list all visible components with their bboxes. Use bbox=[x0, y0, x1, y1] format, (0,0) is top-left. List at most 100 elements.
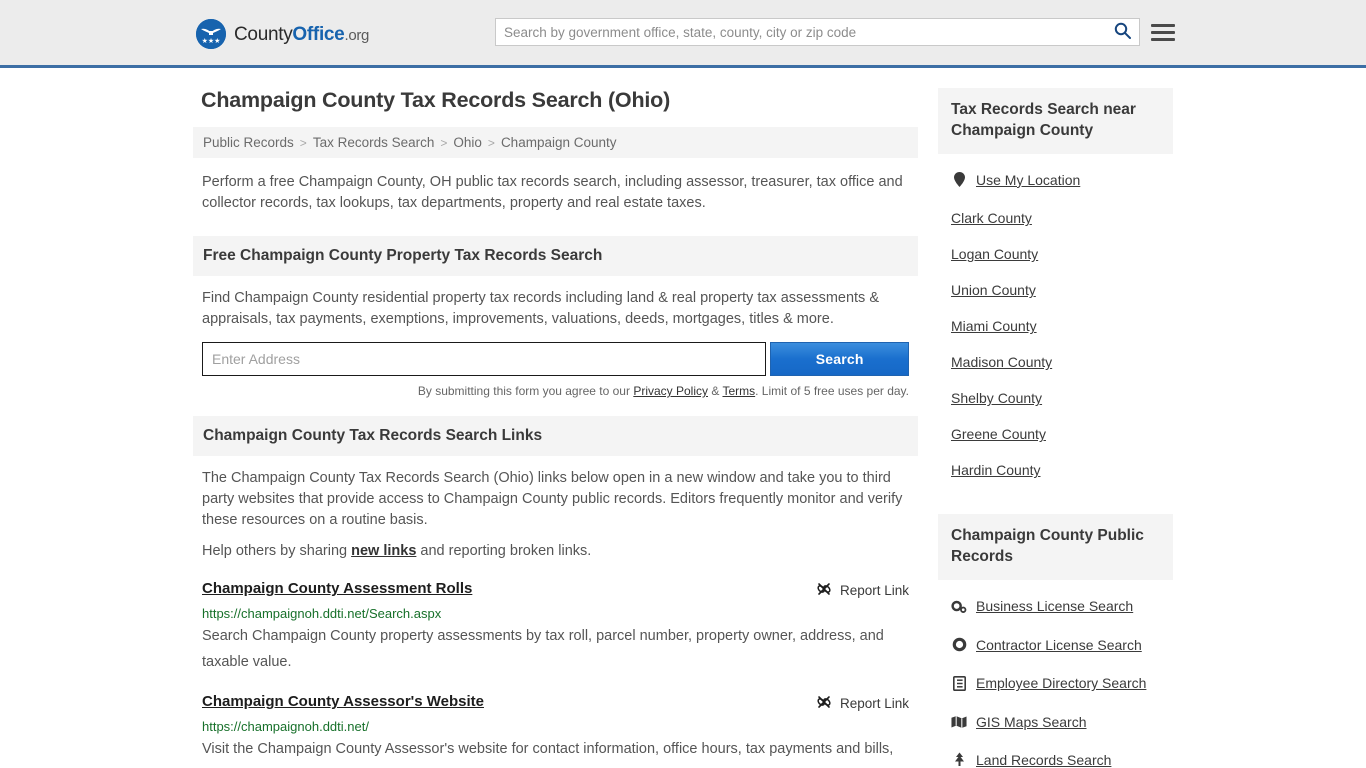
sidebar-item-hardin-county[interactable]: Hardin County bbox=[938, 452, 1173, 488]
report-link-button[interactable]: Report Link bbox=[816, 693, 909, 713]
content-container: Champaign County Tax Records Search (Ohi… bbox=[193, 68, 1173, 768]
hamburger-menu-icon[interactable] bbox=[1151, 20, 1175, 44]
sidebar-item-label: Contractor License Search bbox=[976, 636, 1142, 653]
county-link[interactable]: Clark County bbox=[951, 210, 1032, 226]
list-book-icon bbox=[951, 675, 967, 691]
breadcrumb: Public Records > Tax Records Search > Oh… bbox=[193, 127, 918, 158]
sidebar-item-land-records-search[interactable]: Land Records Search bbox=[938, 742, 1173, 768]
contractor-license-search-link[interactable]: Contractor License Search bbox=[951, 637, 1142, 653]
tree-icon bbox=[951, 752, 967, 767]
sidebar-item-label: Employee Directory Search bbox=[976, 675, 1147, 692]
sidebar-item-use-my-location[interactable]: Use My Location bbox=[938, 162, 1173, 201]
links-section-body: The Champaign County Tax Records Search … bbox=[193, 456, 918, 562]
address-search-button[interactable]: Search bbox=[770, 342, 909, 377]
form-legal-notice: By submitting this form you agree to our… bbox=[202, 384, 909, 398]
hamburger-bar bbox=[1151, 37, 1175, 41]
help-prefix-text: Help others by sharing bbox=[202, 543, 352, 560]
sidebar-item-logan-county[interactable]: Logan County bbox=[938, 236, 1173, 272]
new-links-link[interactable]: new links bbox=[351, 543, 416, 559]
magnifier-icon bbox=[1114, 22, 1131, 42]
search-input[interactable] bbox=[496, 19, 1105, 45]
sidebar-item-gis-maps-search[interactable]: GIS Maps Search bbox=[938, 704, 1173, 742]
cogs-icon bbox=[951, 599, 967, 614]
site-header: ★★★ CountyOffice.org bbox=[0, 0, 1366, 68]
property-search-heading: Free Champaign County Property Tax Recor… bbox=[193, 236, 918, 277]
logo-text-office: Office bbox=[292, 23, 345, 45]
links-section-heading: Champaign County Tax Records Search Link… bbox=[193, 416, 918, 457]
use-my-location-link[interactable]: Use My Location bbox=[951, 172, 1080, 188]
privacy-policy-link[interactable]: Privacy Policy bbox=[633, 384, 708, 398]
sidebar-item-label: GIS Maps Search bbox=[976, 713, 1087, 730]
county-link[interactable]: Hardin County bbox=[951, 462, 1041, 478]
site-logo[interactable]: ★★★ CountyOffice.org bbox=[196, 19, 369, 49]
gis-maps-search-link[interactable]: GIS Maps Search bbox=[951, 714, 1087, 730]
sidebar-public-records-list: Business License Search Contractor Licen… bbox=[938, 580, 1173, 768]
main-column: Champaign County Tax Records Search (Ohi… bbox=[193, 88, 918, 768]
business-license-search-link[interactable]: Business License Search bbox=[951, 598, 1133, 614]
broken-link-icon bbox=[816, 581, 832, 600]
address-input[interactable] bbox=[202, 342, 767, 377]
report-link-button[interactable]: Report Link bbox=[816, 580, 909, 600]
legal-amp-text: & bbox=[708, 384, 723, 399]
sidebar-item-greene-county[interactable]: Greene County bbox=[938, 416, 1173, 452]
global-search-bar[interactable] bbox=[495, 18, 1140, 46]
sidebar-item-clark-county[interactable]: Clark County bbox=[938, 200, 1173, 236]
sidebar-item-label: Land Records Search bbox=[976, 751, 1112, 768]
result-item: Champaign County Assessor's Website Repo… bbox=[193, 693, 918, 768]
eagle-shield-icon: ★★★ bbox=[196, 19, 226, 49]
hamburger-bar bbox=[1151, 30, 1175, 34]
result-description: Visit the Champaign County Assessor's we… bbox=[202, 741, 894, 768]
county-link[interactable]: Logan County bbox=[951, 246, 1038, 262]
search-submit-button[interactable] bbox=[1105, 19, 1139, 45]
sidebar-nearby-list: Use My Location Clark County Logan Count… bbox=[938, 154, 1173, 489]
terms-link[interactable]: Terms bbox=[722, 384, 755, 398]
logo-wordmark: CountyOffice.org bbox=[234, 25, 369, 44]
breadcrumb-separator-icon: > bbox=[440, 135, 448, 150]
breadcrumb-item-ohio[interactable]: Ohio bbox=[453, 135, 482, 150]
result-item: Champaign County Assessment Rolls Report… bbox=[193, 580, 918, 675]
links-section-paragraph: The Champaign County Tax Records Search … bbox=[202, 470, 903, 529]
sidebar-public-records-block: Champaign County Public Records Business… bbox=[938, 514, 1173, 768]
sidebar-public-records-heading: Champaign County Public Records bbox=[938, 514, 1173, 581]
legal-prefix-text: By submitting this form you agree to our bbox=[417, 384, 634, 399]
result-title-link[interactable]: Champaign County Assessment Rolls bbox=[202, 580, 472, 597]
legal-suffix-text: . Limit of 5 free uses per day. bbox=[755, 384, 909, 399]
sidebar-item-label: Use My Location bbox=[976, 171, 1081, 188]
land-records-search-link[interactable]: Land Records Search bbox=[951, 752, 1111, 768]
sidebar-item-employee-directory-search[interactable]: Employee Directory Search bbox=[938, 665, 1173, 704]
county-link[interactable]: Miami County bbox=[951, 318, 1037, 334]
sidebar-item-shelby-county[interactable]: Shelby County bbox=[938, 380, 1173, 416]
links-section-help: Help others by sharing new links and rep… bbox=[202, 541, 909, 562]
sidebar: Tax Records Search near Champaign County… bbox=[938, 88, 1173, 768]
page-title: Champaign County Tax Records Search (Ohi… bbox=[201, 88, 671, 112]
breadcrumb-separator-icon: > bbox=[487, 135, 495, 150]
result-header: Champaign County Assessor's Website Repo… bbox=[202, 693, 909, 713]
sidebar-item-business-license-search[interactable]: Business License Search bbox=[938, 588, 1173, 627]
county-link[interactable]: Madison County bbox=[951, 354, 1052, 370]
help-suffix-text: and reporting broken links. bbox=[416, 543, 592, 560]
breadcrumb-item-champaign-county[interactable]: Champaign County bbox=[501, 135, 617, 150]
logo-text-county: County bbox=[234, 23, 293, 45]
result-title-link[interactable]: Champaign County Assessor's Website bbox=[202, 693, 484, 710]
sidebar-nearby-heading: Tax Records Search near Champaign County bbox=[938, 88, 1173, 154]
county-link[interactable]: Union County bbox=[951, 282, 1036, 298]
address-search-form: Search bbox=[202, 342, 909, 377]
page-body: Champaign County Tax Records Search (Ohi… bbox=[0, 68, 1366, 768]
property-search-description: Find Champaign County residential proper… bbox=[202, 290, 880, 328]
sidebar-item-contractor-license-search[interactable]: Contractor License Search bbox=[938, 627, 1173, 666]
map-pin-icon bbox=[951, 172, 967, 188]
sidebar-item-union-county[interactable]: Union County bbox=[938, 272, 1173, 308]
report-link-label: Report Link bbox=[839, 583, 909, 599]
county-link[interactable]: Shelby County bbox=[951, 390, 1042, 406]
breadcrumb-item-tax-records-search[interactable]: Tax Records Search bbox=[313, 135, 435, 150]
logo-text-org: .org bbox=[344, 26, 370, 44]
breadcrumb-item-public-records[interactable]: Public Records bbox=[203, 135, 294, 150]
broken-link-icon bbox=[816, 694, 832, 713]
sidebar-item-madison-county[interactable]: Madison County bbox=[938, 344, 1173, 380]
hamburger-bar bbox=[1151, 23, 1175, 27]
breadcrumb-separator-icon: > bbox=[299, 135, 307, 150]
result-description: Search Champaign County property assessm… bbox=[202, 628, 884, 671]
sidebar-item-miami-county[interactable]: Miami County bbox=[938, 308, 1173, 344]
employee-directory-search-link[interactable]: Employee Directory Search bbox=[951, 675, 1146, 691]
county-link[interactable]: Greene County bbox=[951, 426, 1046, 442]
